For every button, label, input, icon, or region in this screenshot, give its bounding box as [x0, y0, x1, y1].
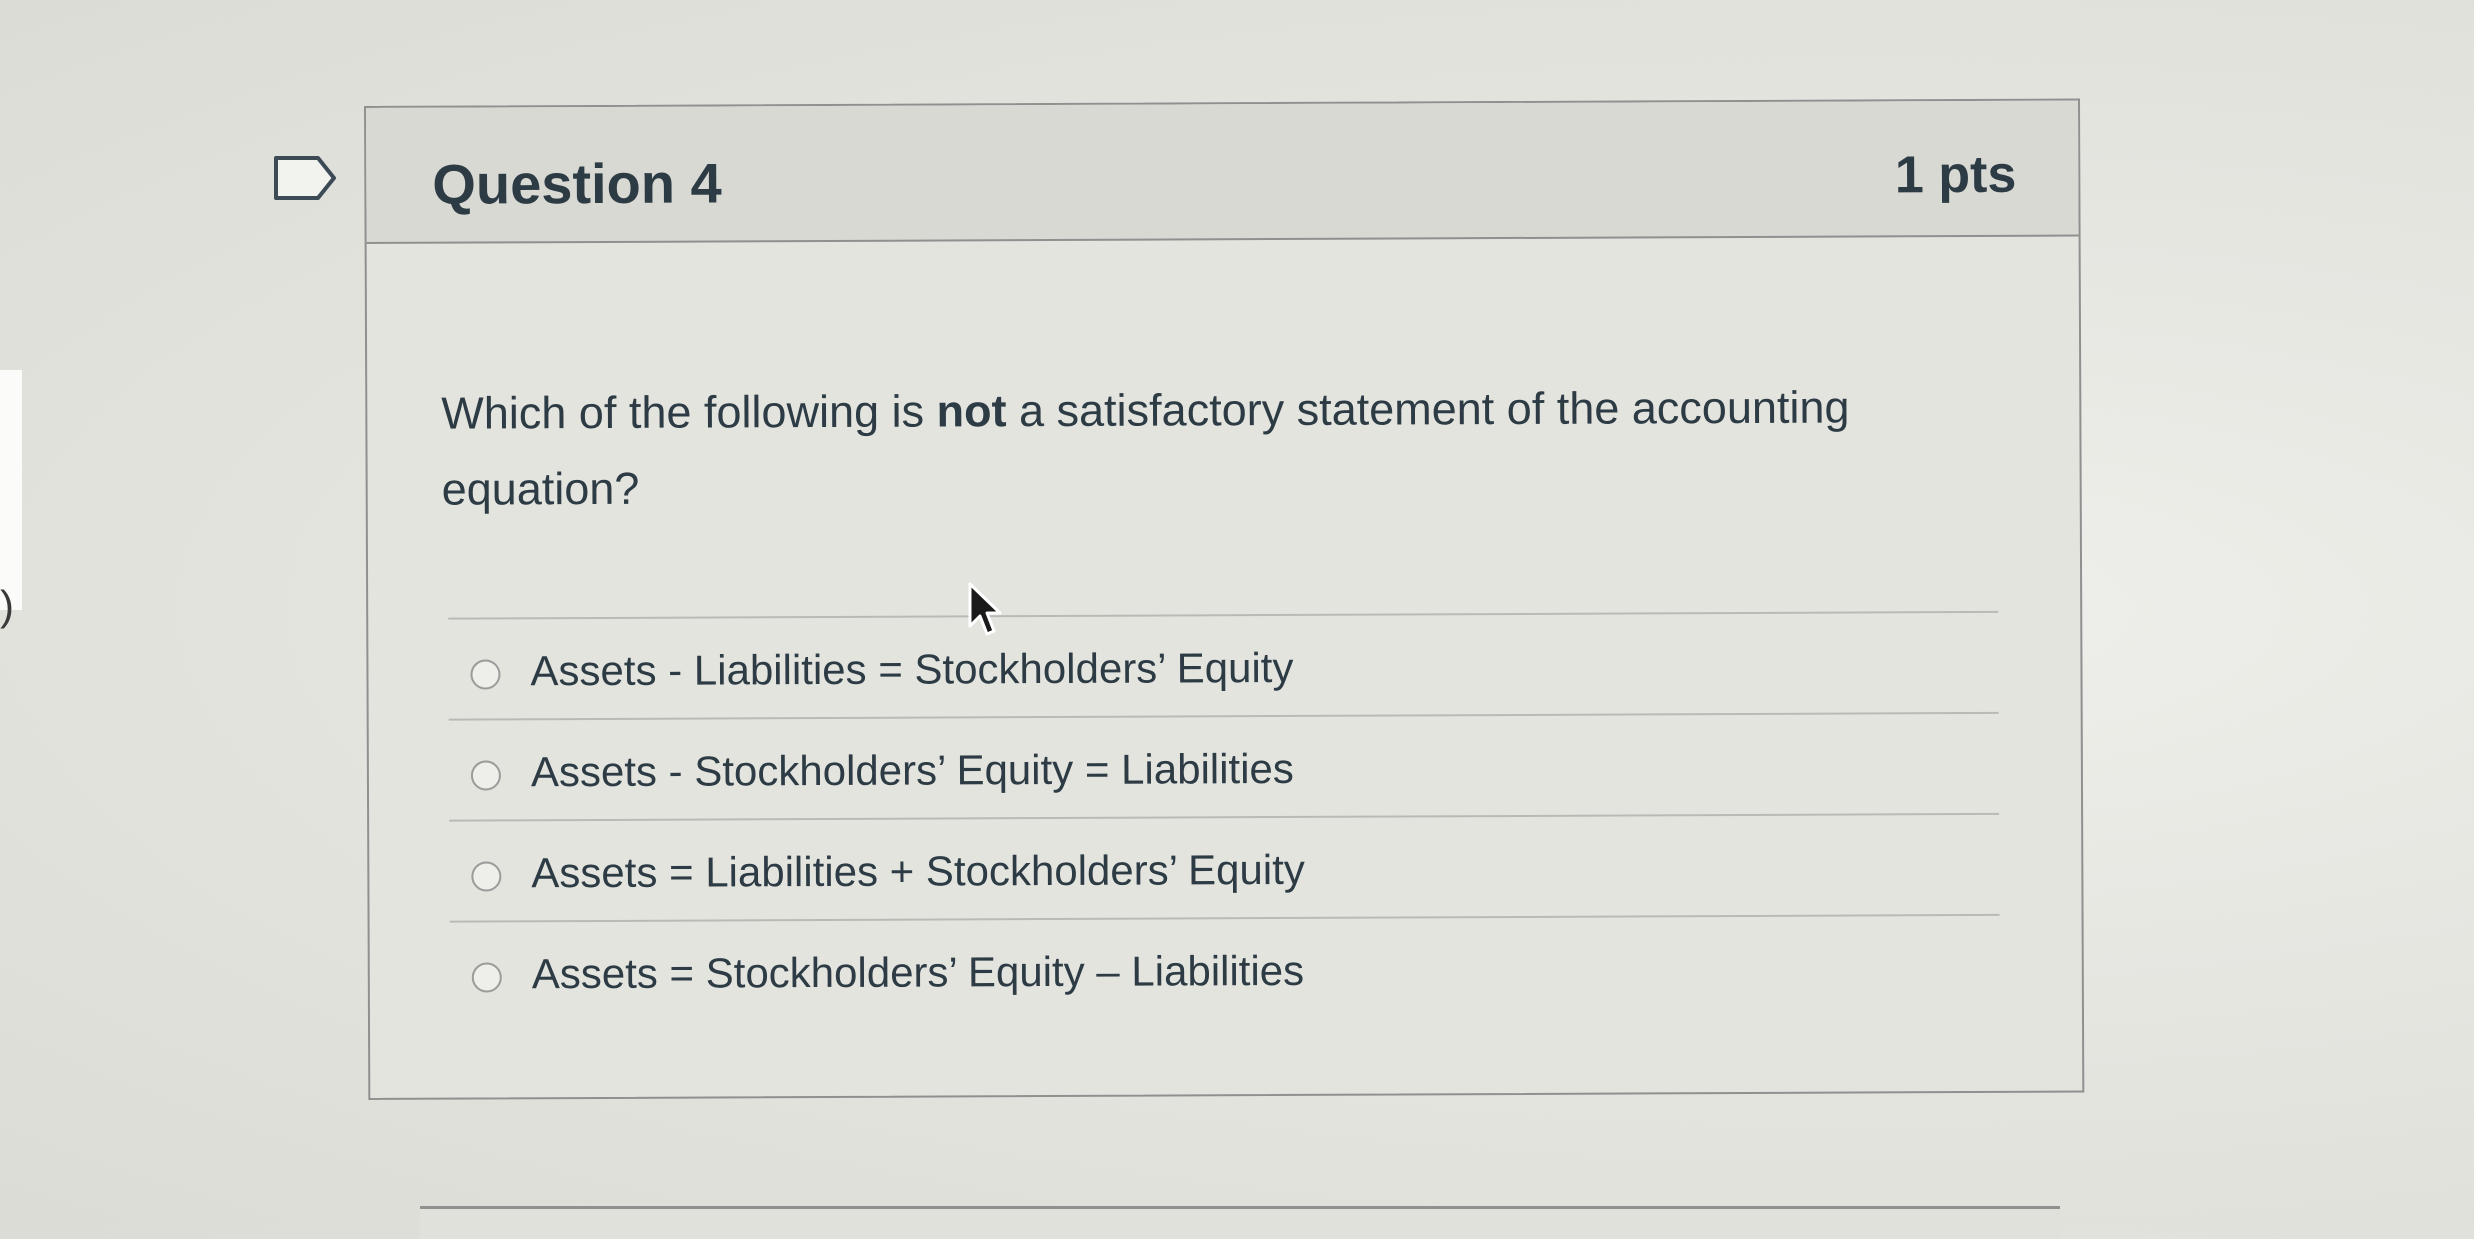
answer-label[interactable]: Assets = Liabilities + Stockholders’ Equ… — [531, 846, 1305, 897]
radio-button[interactable] — [470, 760, 501, 791]
question-title: Question 4 — [432, 151, 722, 216]
radio-button[interactable] — [470, 659, 501, 690]
question-card: Question 4 1 pts Which of the following … — [364, 98, 2085, 1100]
mouse-cursor-icon — [968, 582, 1002, 636]
radio-button[interactable] — [471, 962, 502, 993]
answer-option-3[interactable]: Assets = Liabilities + Stockholders’ Equ… — [449, 812, 2000, 921]
answer-option-2[interactable]: Assets - Stockholders’ Equity = Liabilit… — [448, 711, 2000, 820]
question-header: Question 4 1 pts — [366, 100, 2079, 244]
next-question-card-edge — [420, 1206, 2060, 1239]
answer-option-1[interactable]: Assets - Liabilities = Stockholders’ Equ… — [448, 610, 1999, 719]
answer-list: Assets - Liabilities = Stockholders’ Equ… — [448, 610, 2000, 1022]
answer-label[interactable]: Assets - Liabilities = Stockholders’ Equ… — [530, 644, 1293, 695]
flag-question-icon[interactable] — [272, 154, 338, 202]
left-edge-panel — [0, 370, 22, 610]
question-text: Which of the following is not a satisfac… — [441, 369, 1962, 528]
question-text-start: Which of the following is — [441, 385, 937, 439]
answer-label[interactable]: Assets - Stockholders’ Equity = Liabilit… — [531, 745, 1294, 796]
answer-label[interactable]: Assets = Stockholders’ Equity – Liabilit… — [532, 947, 1305, 998]
radio-button[interactable] — [471, 861, 502, 892]
question-text-emphasis: not — [936, 385, 1007, 437]
question-points: 1 pts — [1894, 145, 2017, 205]
left-edge-text: ) — [0, 582, 14, 629]
answer-option-4[interactable]: Assets = Stockholders’ Equity – Liabilit… — [449, 913, 2000, 1022]
